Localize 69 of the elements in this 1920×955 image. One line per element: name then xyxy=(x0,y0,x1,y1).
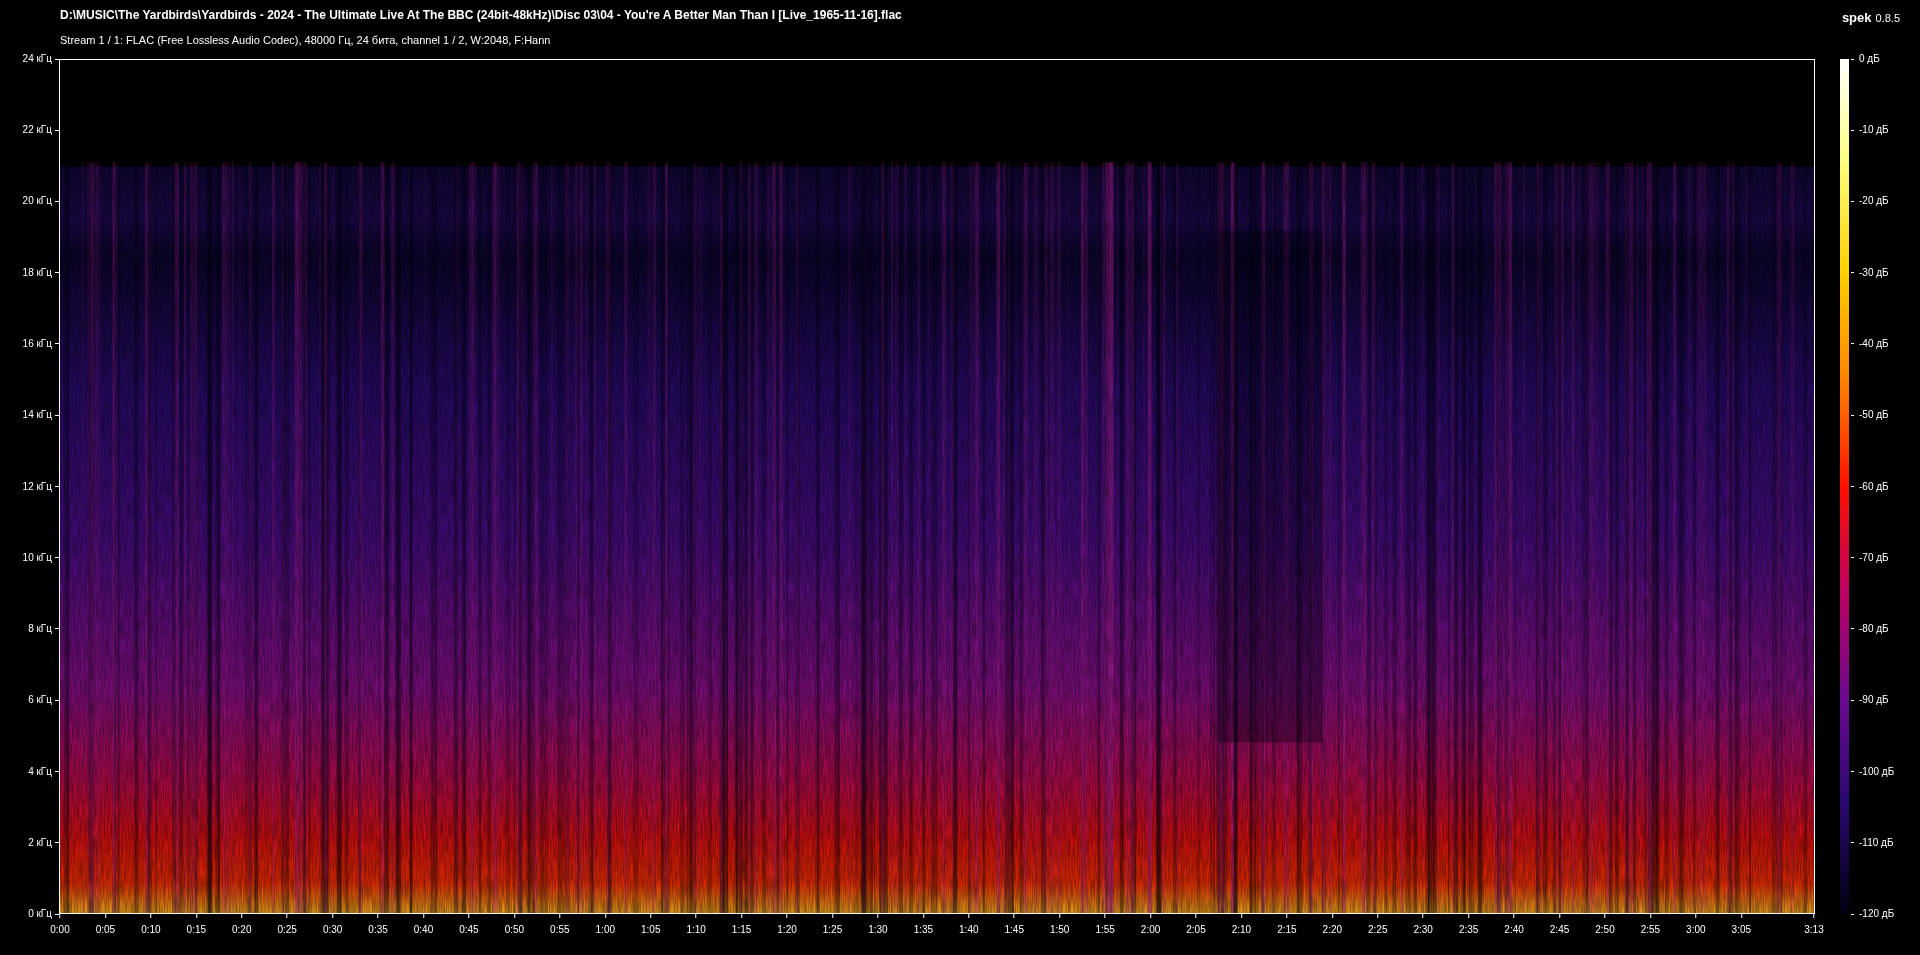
time-label: 2:00 xyxy=(1140,924,1161,936)
time-label: 1:30 xyxy=(868,924,888,936)
decibel-label: -100 дБ xyxy=(1859,765,1895,778)
frequency-label: 10 кГц xyxy=(22,551,52,564)
time-label: 2:05 xyxy=(1186,924,1206,936)
frequency-label: 8 кГц xyxy=(28,623,52,635)
decibel-label: -10 дБ xyxy=(1859,124,1889,137)
decibel-label: -110 дБ xyxy=(1859,836,1894,849)
time-label: 0:25 xyxy=(277,924,297,936)
time-label: 2:10 xyxy=(1231,924,1252,936)
app-version: 0.8.5 xyxy=(1875,11,1900,26)
time-label: 0:50 xyxy=(504,924,525,936)
time-label: 0:15 xyxy=(186,924,207,936)
frequency-label: 20 кГц xyxy=(22,195,52,208)
time-label: 1:25 xyxy=(822,924,843,936)
time-label: 1:50 xyxy=(1049,924,1070,936)
frequency-label: 12 кГц xyxy=(22,480,52,493)
time-label: 1:45 xyxy=(1004,924,1024,936)
time-label: 0:20 xyxy=(232,924,252,936)
time-label: 2:20 xyxy=(1322,924,1343,936)
time-label: 1:40 xyxy=(959,924,979,936)
time-label: 0:05 xyxy=(95,924,116,936)
time-label: 2:50 xyxy=(1595,924,1615,936)
file-path-title: D:\MUSIC\The Yardbirds\Yardbirds - 2024 - The Ultimate Live At The BBC (24bit-48kHz)\Disc 03\04 - You're A Better Man Than I [Live_1965-11-16].flac xyxy=(60,8,903,23)
decibel-label: -120 дБ xyxy=(1859,908,1895,920)
time-label: 1:15 xyxy=(731,924,752,936)
frequency-label: 18 кГц xyxy=(22,266,52,279)
time-label: 0:10 xyxy=(141,924,161,936)
time-label: 0:40 xyxy=(413,924,434,936)
time-label: 0:00 xyxy=(50,924,70,936)
decibel-label: -60 дБ xyxy=(1859,480,1889,493)
time-label: 2:15 xyxy=(1277,924,1297,936)
decibel-label: -20 дБ xyxy=(1859,195,1889,208)
time-label: 1:00 xyxy=(595,924,615,936)
frequency-label: 14 кГц xyxy=(22,409,52,422)
decibel-label: -70 дБ xyxy=(1859,551,1889,564)
time-label: 2:25 xyxy=(1368,924,1388,936)
frequency-label: 24 кГц xyxy=(22,53,52,65)
stream-info: Stream 1 / 1: FLAC (Free Lossless Audio Codec), 48000 Гц, 24 бита, channel 1 / 2, W:2048, F:Hann xyxy=(60,33,552,47)
time-label: 1:05 xyxy=(641,924,661,936)
time-label: 0:45 xyxy=(459,924,479,936)
decibel-label: -50 дБ xyxy=(1859,409,1889,422)
frequency-label: 16 кГц xyxy=(22,338,52,350)
time-label: 2:30 xyxy=(1413,924,1433,936)
time-label: 2:35 xyxy=(1458,924,1479,936)
time-label: 3:00 xyxy=(1686,924,1706,936)
time-label: 0:35 xyxy=(368,924,388,936)
app-name: spek xyxy=(1841,9,1872,27)
decibel-label: -40 дБ xyxy=(1859,338,1889,350)
frequency-label: 0 кГц xyxy=(28,908,52,920)
frequency-label: 22 кГц xyxy=(22,124,52,137)
decibel-label: 0 дБ xyxy=(1859,53,1880,65)
time-label: 2:55 xyxy=(1640,924,1661,936)
frequency-label: 4 кГц xyxy=(28,765,52,778)
time-label: 2:45 xyxy=(1549,924,1570,936)
time-label: 1:10 xyxy=(686,924,706,936)
frequency-label: 6 кГц xyxy=(28,694,52,707)
decibel-label: -80 дБ xyxy=(1859,623,1889,635)
time-label: 0:30 xyxy=(322,924,343,936)
decibel-label: -90 дБ xyxy=(1859,694,1889,707)
time-label: 1:55 xyxy=(1095,924,1115,936)
time-label: 2:40 xyxy=(1504,924,1524,936)
time-label: 3:05 xyxy=(1731,924,1751,936)
frequency-label: 2 кГц xyxy=(28,836,52,849)
time-label: 0:55 xyxy=(550,924,570,936)
time-label: 1:20 xyxy=(777,924,797,936)
time-label: 3:13 xyxy=(1804,924,1824,936)
decibel-label: -30 дБ xyxy=(1859,266,1889,279)
time-label: 1:35 xyxy=(913,924,934,936)
